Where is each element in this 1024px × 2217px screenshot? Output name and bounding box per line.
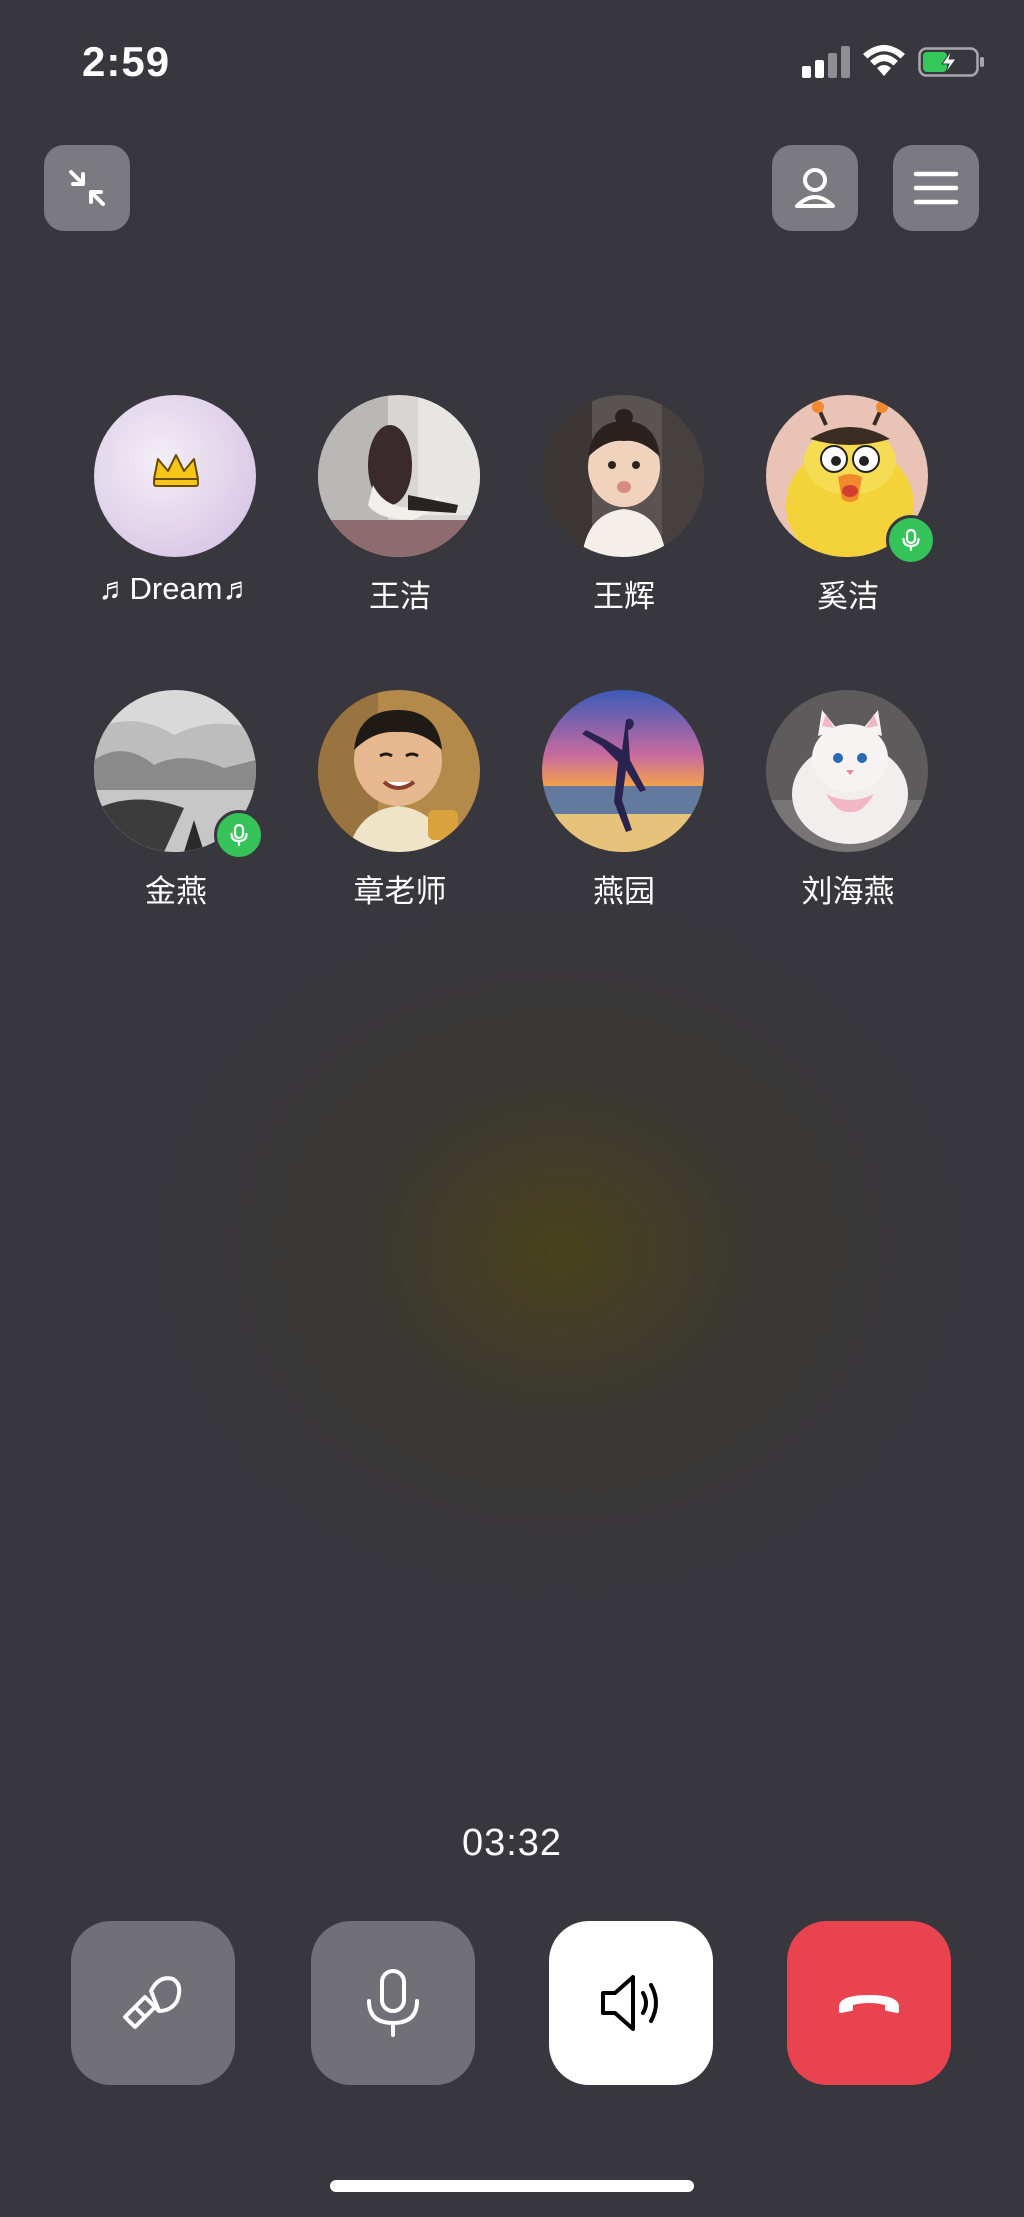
signal-icon <box>802 46 850 78</box>
mute-button[interactable] <box>311 1921 475 2085</box>
participant-name: 章老师 <box>353 874 447 909</box>
battery-charging-icon <box>918 46 986 78</box>
participant-name: ♬Dream♬ <box>98 571 254 606</box>
participant-tile[interactable]: 燕园 <box>526 690 726 930</box>
speaking-indicator <box>886 515 936 565</box>
status-time: 2:59 <box>82 38 171 85</box>
home-indicator[interactable] <box>330 2180 694 2192</box>
hang-up-icon <box>839 1995 899 2013</box>
speaking-indicator <box>214 810 264 860</box>
participant-name: 奚洁 <box>817 579 879 614</box>
participant-name: 王洁 <box>369 579 431 614</box>
minimize-icon <box>69 170 105 206</box>
participant-tile[interactable]: 王洁 <box>302 395 502 635</box>
hang-up-button[interactable] <box>787 1921 951 2085</box>
add-person-button[interactable] <box>772 145 858 231</box>
menu-icon <box>913 171 959 205</box>
crown-avatar <box>94 395 256 557</box>
minimize-button[interactable] <box>44 145 130 231</box>
participant-tile[interactable]: ♬Dream♬ <box>78 395 278 635</box>
speaker-icon <box>601 1975 658 2031</box>
participant-tile[interactable]: 奚洁 <box>750 395 950 635</box>
participant-name: 燕园 <box>593 874 655 909</box>
participant-tile[interactable]: 刘海燕 <box>750 690 950 930</box>
speaker-button[interactable] <box>549 1921 713 2085</box>
microphone-icon <box>367 1969 419 2037</box>
participant-name: 王辉 <box>593 579 655 614</box>
baby-photo-avatar <box>318 690 480 852</box>
participant-name: 金燕 <box>145 874 207 909</box>
call-timer: 03:32 <box>461 1822 563 1864</box>
participant-tile[interactable]: 王辉 <box>526 395 726 635</box>
microphone-icon <box>230 823 248 847</box>
participant-tile[interactable]: 金燕 <box>78 690 278 930</box>
microphone-icon <box>902 528 920 552</box>
add-person-icon <box>795 168 835 208</box>
beauty-button[interactable] <box>71 1921 235 2085</box>
status-bar: 2:59 <box>0 0 1024 120</box>
wifi-icon <box>862 44 906 78</box>
beauty-wand-icon <box>123 1976 182 2029</box>
white-cat-avatar <box>766 690 928 852</box>
participant-name: 刘海燕 <box>801 874 895 909</box>
background-glow <box>150 900 970 1600</box>
menu-button[interactable] <box>893 145 979 231</box>
toddler-avatar <box>542 395 704 557</box>
participant-tile[interactable]: 章老师 <box>302 690 502 930</box>
dancer-sunset-avatar <box>542 690 704 852</box>
woman-sitting-avatar <box>318 395 480 557</box>
